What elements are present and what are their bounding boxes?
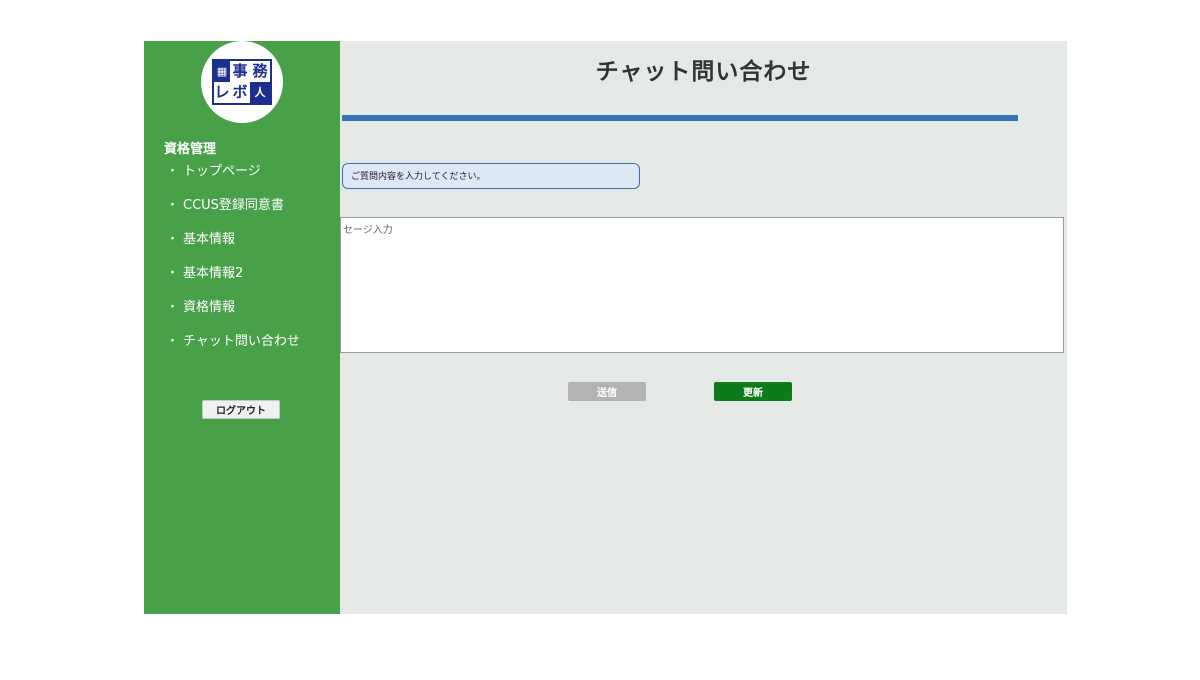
sidebar-item-ccus-consent[interactable]: ・ CCUS登録同意書 bbox=[166, 197, 300, 231]
refresh-button[interactable]: 更新 bbox=[714, 382, 792, 401]
send-button[interactable]: 送信 bbox=[568, 382, 646, 401]
sidebar-item-label: 基本情報 bbox=[183, 232, 236, 247]
main-content: チャット問い合わせ ご質問内容を入力してください。 送信 更新 bbox=[340, 41, 1067, 614]
logo-char: 務 bbox=[252, 62, 268, 80]
prompt-message: ご質問内容を入力してください。 bbox=[342, 163, 640, 189]
sidebar-nav: ・トップページ ・ CCUS登録同意書 ・基本情報 ・基本情報2 ・資格情報 ・チ… bbox=[166, 163, 300, 367]
sidebar-item-label: 基本情報2 bbox=[183, 266, 244, 281]
bullet: ・ bbox=[166, 232, 180, 247]
sidebar-item-qualification-info[interactable]: ・資格情報 bbox=[166, 299, 300, 333]
sidebar-section-title: 資格管理 bbox=[164, 142, 217, 157]
logo-char: 事 bbox=[232, 62, 248, 80]
sidebar-item-top-page[interactable]: ・トップページ bbox=[166, 163, 300, 197]
logo-char: ボ bbox=[232, 83, 248, 101]
bullet: ・ bbox=[166, 198, 180, 213]
sidebar-item-chat-inquiry[interactable]: ・チャット問い合わせ bbox=[166, 333, 300, 367]
app-window: ▦ 事 務 レ ボ 人 資格管理 ・トップページ ・ CCUS登録同意書 ・基本情… bbox=[144, 41, 1067, 614]
logo-char: レ bbox=[214, 83, 230, 101]
page-title: チャット問い合わせ bbox=[595, 59, 812, 85]
logo: ▦ 事 務 レ ボ 人 bbox=[201, 41, 283, 123]
logo-building-icon: ▦ bbox=[214, 61, 230, 82]
sidebar-item-basic-info[interactable]: ・基本情報 bbox=[166, 231, 300, 265]
title-divider bbox=[342, 115, 1018, 121]
sidebar: ▦ 事 務 レ ボ 人 資格管理 ・トップページ ・ CCUS登録同意書 ・基本情… bbox=[144, 41, 340, 614]
bullet: ・ bbox=[166, 300, 180, 315]
bullet: ・ bbox=[166, 266, 180, 281]
message-input[interactable] bbox=[340, 217, 1064, 353]
sidebar-item-label: CCUS登録同意書 bbox=[183, 198, 284, 213]
bullet: ・ bbox=[166, 164, 180, 179]
sidebar-item-label: トップページ bbox=[183, 164, 261, 179]
bullet: ・ bbox=[166, 334, 180, 349]
logo-mark: ▦ 事 務 レ ボ 人 bbox=[212, 59, 272, 105]
logout-button[interactable]: ログアウト bbox=[202, 400, 280, 419]
sidebar-item-basic-info-2[interactable]: ・基本情報2 bbox=[166, 265, 300, 299]
logo-person-icon: 人 bbox=[250, 82, 270, 103]
sidebar-item-label: 資格情報 bbox=[183, 300, 236, 315]
sidebar-item-label: チャット問い合わせ bbox=[183, 334, 300, 349]
